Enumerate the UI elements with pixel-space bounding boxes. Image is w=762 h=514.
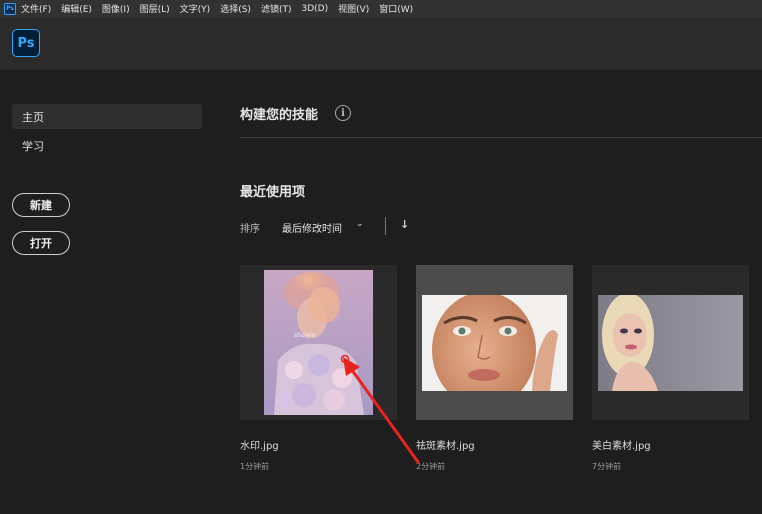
annotation-arrow [340,354,420,464]
annotation-arrow-line [350,368,420,464]
annotation-arrow-head [343,357,360,376]
